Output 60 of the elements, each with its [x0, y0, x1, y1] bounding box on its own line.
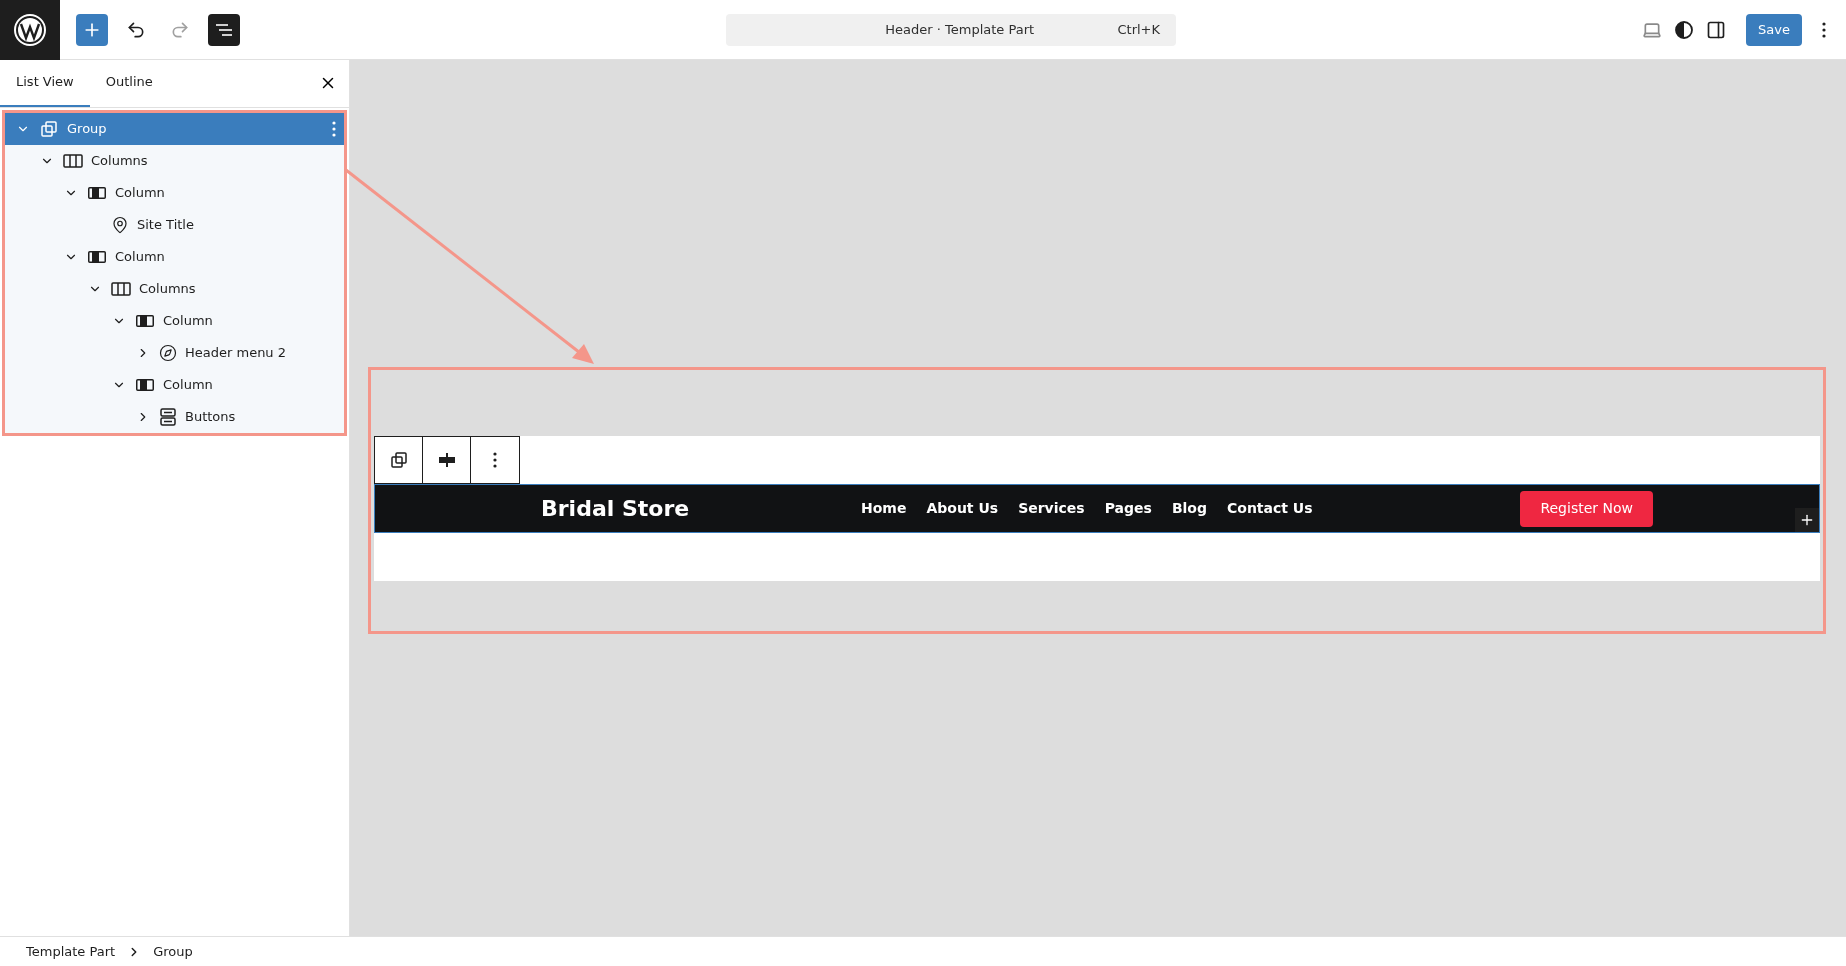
- sidebar-toggle-icon[interactable]: [1706, 19, 1727, 40]
- redo-icon: [170, 19, 190, 40]
- plus-icon: [1799, 512, 1815, 528]
- nav-link[interactable]: Services: [1018, 498, 1085, 519]
- logo-tile[interactable]: [0, 0, 60, 60]
- sidebar-tab[interactable]: Outline: [89, 59, 169, 107]
- register-button[interactable]: Register Now: [1520, 490, 1653, 527]
- breadcrumb-link[interactable]: Template Part: [26, 941, 116, 962]
- tree-item-label: Column: [163, 312, 214, 331]
- tree-item[interactable]: Group: [5, 113, 344, 145]
- compass-icon: [159, 344, 177, 362]
- column-icon: [135, 313, 155, 329]
- options-icon[interactable]: [1822, 21, 1826, 38]
- tree-item-label: Site Title: [137, 216, 195, 235]
- add-block-button[interactable]: [1795, 508, 1819, 532]
- columns-icon: [63, 153, 83, 169]
- tree-item-label: Column: [115, 184, 166, 203]
- wordpress-logo-icon: [13, 12, 47, 47]
- more-options-icon[interactable]: [332, 121, 336, 137]
- nav-link[interactable]: Home: [861, 498, 907, 519]
- site-title[interactable]: Bridal Store: [541, 492, 841, 525]
- tree-item-label: Buttons: [185, 408, 237, 427]
- tree-item[interactable]: Column: [5, 241, 344, 273]
- tree-item[interactable]: Columns: [5, 273, 344, 305]
- more-options-icon: [493, 452, 497, 468]
- sidebar-tab[interactable]: List View: [0, 59, 90, 107]
- tree-item-label: Column: [115, 248, 166, 267]
- nav-link[interactable]: About Us: [926, 498, 999, 519]
- buttons-icon: [159, 407, 177, 427]
- location-pin-icon: [111, 216, 129, 234]
- tree-item-label: Header menu 2: [185, 344, 287, 363]
- nav-link[interactable]: Blog: [1171, 498, 1207, 519]
- tree-item-label: Columns: [139, 280, 197, 299]
- tree-item-label: Columns: [91, 152, 149, 171]
- align-icon: [437, 451, 456, 469]
- column-icon: [87, 249, 107, 265]
- tree-item[interactable]: Header menu 2: [5, 337, 344, 369]
- tree-item[interactable]: Columns: [5, 145, 344, 177]
- columns-icon: [111, 281, 131, 297]
- tree-item[interactable]: Column: [5, 305, 344, 337]
- tree-item-label: Column: [163, 376, 214, 395]
- tree-item[interactable]: Column: [5, 369, 344, 401]
- save-button[interactable]: Save: [1746, 13, 1802, 46]
- breadcrumb-link[interactable]: Group: [153, 941, 193, 962]
- list-view-button[interactable]: [208, 13, 240, 46]
- contrast-icon[interactable]: [1674, 19, 1695, 40]
- group-icon: [388, 450, 409, 470]
- nav-link[interactable]: Contact Us: [1227, 498, 1313, 519]
- command-bar[interactable]: Header · Template Part Ctrl+K: [726, 13, 1177, 46]
- tree-item[interactable]: Site Title: [5, 209, 344, 241]
- nav-link[interactable]: Pages: [1104, 498, 1152, 519]
- list-view-icon: [215, 22, 233, 37]
- column-icon: [135, 377, 155, 393]
- tree-item[interactable]: Column: [5, 177, 344, 209]
- undo-icon: [126, 19, 146, 40]
- group-icon: [39, 119, 59, 139]
- tree-item[interactable]: Buttons: [5, 401, 344, 433]
- column-icon: [87, 185, 107, 201]
- add-block-button[interactable]: [76, 13, 108, 46]
- tree-item-label: Group: [67, 120, 108, 139]
